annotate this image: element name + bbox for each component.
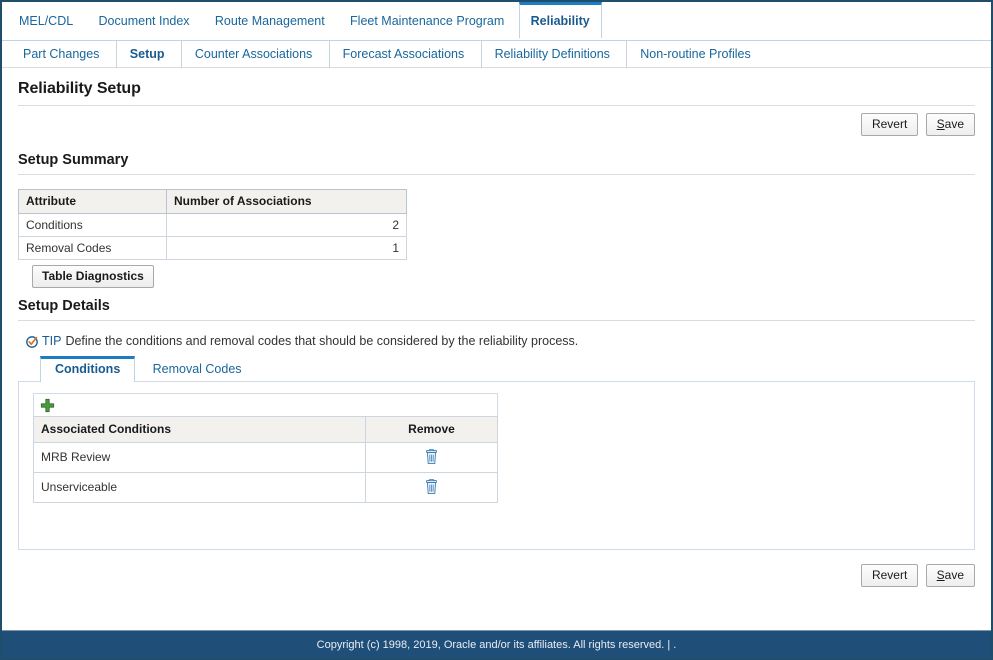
page-title: Reliability Setup: [18, 80, 141, 97]
save-button-top[interactable]: Save: [925, 113, 975, 136]
footer-copyright: Copyright (c) 1998, 2019, Oracle and/or …: [2, 630, 991, 658]
table-row: Conditions 2: [18, 213, 407, 237]
revert-button-top[interactable]: Revert: [860, 113, 919, 136]
save-accesskey-bottom: S: [936, 568, 945, 582]
tab-route-management[interactable]: Route Management: [204, 3, 336, 38]
tab-mel-cdl[interactable]: MEL/CDL: [8, 3, 84, 38]
details-tab-removal-codes[interactable]: Removal Codes: [139, 357, 256, 382]
cell-condition-unserviceable: Unserviceable: [33, 472, 366, 504]
conditions-toolbar: [33, 393, 498, 417]
secondary-tab-bar: Part Changes Setup Counter Associations …: [2, 41, 991, 68]
cell-remove-mrb-review: [365, 442, 498, 474]
save-button-bottom[interactable]: Save: [925, 564, 975, 587]
tip-check-circle-icon: [26, 335, 39, 348]
setup-summary-section: Attribute Number of Associations Conditi…: [18, 175, 975, 288]
application-window: MEL/CDL Document Index Route Management …: [0, 0, 993, 660]
tab-document-index[interactable]: Document Index: [88, 3, 201, 38]
delete-icon[interactable]: [424, 449, 439, 465]
details-tab-panel: Associated Conditions Remove MRB Review: [18, 381, 975, 550]
setup-summary-heading: Setup Summary: [18, 152, 129, 168]
subtab-forecast-associations[interactable]: Forecast Associations: [328, 41, 478, 68]
column-header-associated-conditions: Associated Conditions: [33, 416, 366, 444]
cell-count-removal-codes: 1: [166, 236, 407, 260]
cell-count-conditions: 2: [166, 213, 407, 237]
revert-button-bottom[interactable]: Revert: [860, 564, 919, 587]
top-action-bar: Revert Save: [18, 106, 975, 142]
table-header-row: Attribute Number of Associations: [18, 189, 407, 214]
table-diagnostics-wrap: Table Diagnostics: [18, 260, 975, 288]
setup-summary-table: Attribute Number of Associations Conditi…: [18, 189, 407, 260]
save-label-bottom: ave: [944, 568, 964, 582]
tip-row: TIP Define the conditions and removal co…: [18, 321, 975, 356]
page-body: Reliability Setup Revert Save Setup Summ…: [2, 68, 991, 587]
details-tab-conditions[interactable]: Conditions: [40, 356, 136, 383]
primary-tab-bar: MEL/CDL Document Index Route Management …: [2, 2, 991, 41]
table-diagnostics-button[interactable]: Table Diagnostics: [32, 265, 154, 288]
column-header-number-of-associations: Number of Associations: [166, 189, 407, 214]
cell-condition-mrb-review: MRB Review: [33, 442, 366, 474]
table-row: MRB Review: [33, 442, 498, 474]
tab-fleet-maintenance-program[interactable]: Fleet Maintenance Program: [339, 3, 515, 38]
details-tab-bar: Conditions Removal Codes: [18, 356, 975, 383]
bottom-action-bar: Revert Save: [18, 550, 975, 587]
tab-reliability[interactable]: Reliability: [518, 2, 602, 39]
table-row: Removal Codes 1: [18, 236, 407, 260]
tip-text: Define the conditions and removal codes …: [65, 334, 579, 348]
cell-remove-unserviceable: [365, 472, 498, 504]
cell-attribute-conditions: Conditions: [18, 213, 167, 237]
setup-details-heading: Setup Details: [18, 298, 110, 314]
table-row: Unserviceable: [33, 472, 498, 504]
subtab-non-routine-profiles[interactable]: Non-routine Profiles: [626, 41, 763, 68]
save-accesskey-top: S: [936, 117, 945, 131]
tip-label: TIP: [42, 334, 62, 348]
save-label-top: ave: [944, 117, 964, 131]
subtab-reliability-definitions[interactable]: Reliability Definitions: [480, 41, 623, 68]
subtab-setup[interactable]: Setup: [115, 41, 178, 68]
column-header-attribute: Attribute: [18, 189, 167, 214]
subtab-part-changes[interactable]: Part Changes: [10, 41, 112, 68]
delete-icon[interactable]: [424, 479, 439, 495]
cell-attribute-removal-codes: Removal Codes: [18, 236, 167, 260]
subtab-counter-associations[interactable]: Counter Associations: [180, 41, 325, 68]
add-condition-icon[interactable]: [40, 398, 55, 413]
column-header-remove: Remove: [365, 416, 498, 444]
associated-conditions-table: Associated Conditions Remove MRB Review: [33, 416, 498, 504]
table-header-row: Associated Conditions Remove: [33, 416, 498, 444]
